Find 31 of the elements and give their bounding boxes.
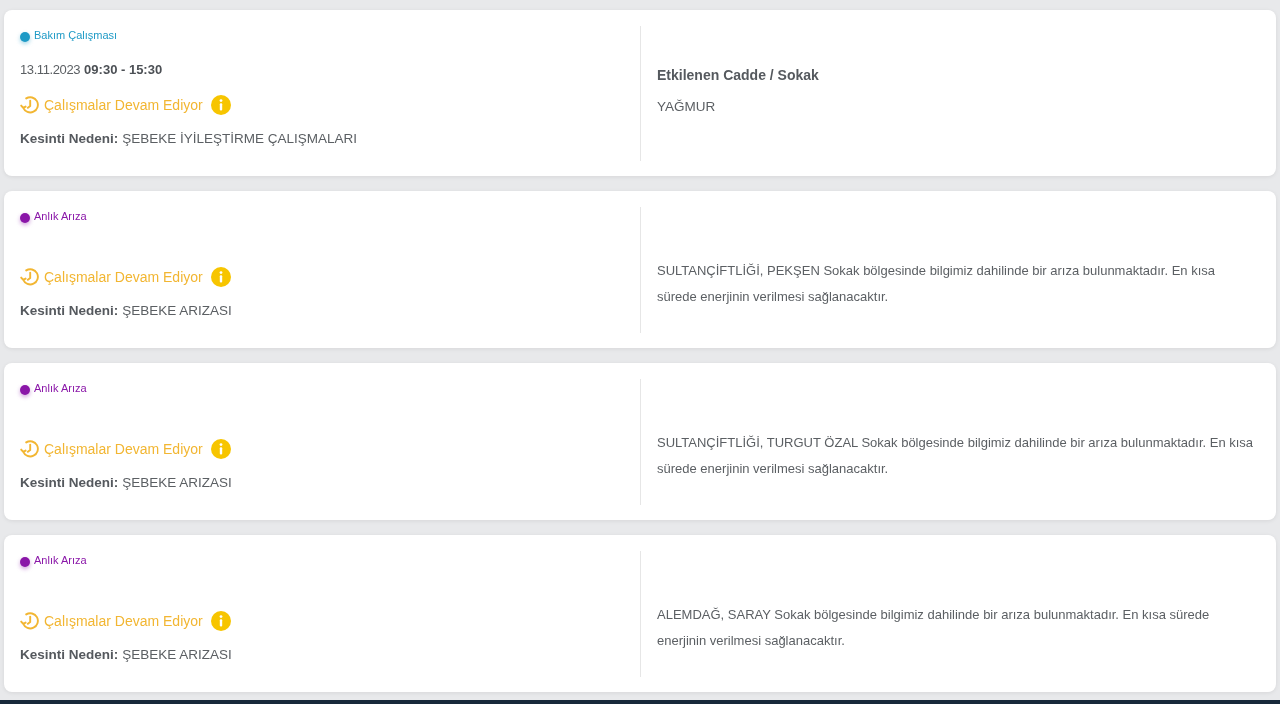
category-label: Anlık Arıza	[34, 209, 87, 223]
affected-streets-heading: Etkilenen Cadde / Sokak	[657, 66, 820, 85]
status-text: Çalışmalar Devam Ediyor	[44, 612, 203, 631]
info-icon[interactable]	[210, 95, 231, 115]
date-text: 13.11.2023	[20, 61, 81, 79]
reason-text: ŞEBEKE ARIZASI	[122, 302, 232, 320]
category-label: Anlık Arıza	[34, 381, 87, 395]
clock-arrow-icon	[20, 267, 40, 287]
clock-arrow-icon	[20, 611, 40, 631]
category-label: Bakım Çalışması	[34, 28, 118, 42]
status-text: Çalışmalar Devam Ediyor	[44, 96, 203, 115]
clock-arrow-icon	[20, 95, 40, 115]
reason-label: Kesinti Nedeni:	[20, 130, 119, 148]
info-icon[interactable]	[210, 439, 231, 459]
reason-label: Kesinti Nedeni:	[20, 474, 119, 492]
reason-text: ŞEBEKE ARIZASI	[122, 646, 232, 664]
time-range-text: 09:30 - 15:30	[84, 61, 163, 79]
reason-text: ŞEBEKE İYİLEŞTİRME ÇALIŞMALARI	[122, 130, 358, 148]
reason-label: Kesinti Nedeni:	[20, 302, 119, 320]
description-text: SULTANÇİFTLİĞİ, TURGUT ÖZAL Sokak bölgesinde bilgimiz dahilinde bir arıza bulunmaktadır. En kısa sürede enerjinin verilmesi sağlanacaktır.	[657, 434, 1255, 478]
affected-streets-text: YAĞMUR	[657, 98, 717, 116]
reason-label: Kesinti Nedeni:	[20, 646, 119, 664]
description-text: SULTANÇİFTLİĞİ, PEKŞEN Sokak bölgesinde bilgimiz dahilinde bir arıza bulunmaktadır. En kısa sürede enerjinin verilmesi sağlanacaktır.	[657, 262, 1217, 306]
info-icon[interactable]	[210, 267, 231, 287]
reason-text: ŞEBEKE ARIZASI	[122, 474, 232, 492]
clock-arrow-icon	[20, 439, 40, 459]
status-text: Çalışmalar Devam Ediyor	[44, 268, 203, 287]
category-label: Anlık Arıza	[34, 553, 87, 567]
info-icon[interactable]	[210, 611, 231, 631]
description-text: ALEMDAĞ, SARAY Sokak bölgesinde bilgimiz dahilinde bir arıza bulunmaktadır. En kısa sürede enerjinin verilmesi sağlanacaktır.	[657, 606, 1211, 650]
status-text: Çalışmalar Devam Ediyor	[44, 440, 203, 459]
